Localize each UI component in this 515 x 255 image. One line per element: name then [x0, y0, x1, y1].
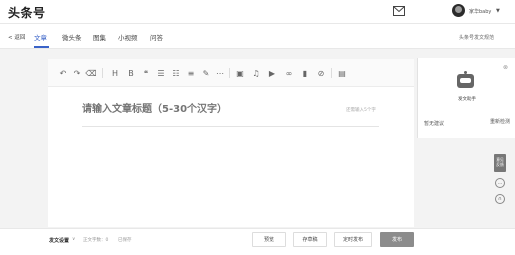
document-icon[interactable]: ▤: [337, 67, 347, 79]
divider-icon[interactable]: ⋯: [215, 67, 225, 79]
top-bar: 头条号 家华baby ▼: [0, 0, 515, 24]
tab-short-video[interactable]: 小视频: [118, 32, 138, 42]
image-icon[interactable]: ▣: [235, 67, 245, 79]
toolbar-divider: [331, 68, 332, 78]
ordered-list-icon[interactable]: ☷: [171, 67, 181, 79]
unordered-list-icon[interactable]: ☰: [156, 67, 166, 79]
avatar[interactable]: [452, 4, 465, 17]
chevron-down-icon[interactable]: ∨: [72, 237, 75, 242]
mail-icon[interactable]: [393, 6, 405, 16]
tab-article[interactable]: 文章: [34, 32, 47, 42]
tab-qa[interactable]: 问答: [150, 32, 163, 42]
toolbar-divider: [229, 68, 230, 78]
brush-icon[interactable]: ✎: [201, 67, 211, 79]
tab-micro-headline[interactable]: 微头条: [62, 32, 82, 42]
clear-format-icon[interactable]: ⌫: [85, 67, 96, 79]
undo-icon[interactable]: ↶: [58, 67, 68, 79]
align-icon[interactable]: ≡: [186, 67, 196, 79]
nav-bar: < 返回 文章 微头条 图集 小视频 问答 头条号发文规范: [0, 24, 515, 49]
video-icon[interactable]: ▶: [267, 67, 277, 79]
publish-button[interactable]: 发布: [380, 232, 414, 247]
schedule-publish-button[interactable]: 定时发布: [334, 232, 372, 247]
save-status: 已保存: [118, 238, 132, 243]
quote-icon[interactable]: ❝: [141, 67, 151, 79]
publishing-rules-link[interactable]: 头条号发文规范: [459, 34, 494, 41]
close-icon[interactable]: ⊗: [503, 64, 508, 71]
robot-icon: [457, 71, 474, 88]
attachment-icon[interactable]: ⊘: [316, 67, 326, 79]
assistant-title: 发文助手: [458, 97, 476, 102]
back-link[interactable]: < 返回: [8, 33, 25, 41]
feedback-label: 意见 反馈: [496, 157, 504, 167]
username[interactable]: 家华baby: [469, 8, 491, 15]
editor-toolbar: ↶ ↷ ⌫ H B ❝ ☰ ☷ ≡ ✎ ⋯ ▣ ♫ ▶ ∞ ▮ ⊘ ▤: [48, 59, 414, 87]
word-count: 正文字数：0: [83, 238, 109, 243]
title-input[interactable]: [82, 102, 378, 117]
title-length-hint: 还需输入5个字: [346, 108, 376, 113]
headset-icon[interactable]: ∩: [495, 194, 505, 204]
chat-icon[interactable]: …: [495, 178, 505, 188]
title-underline: [82, 126, 379, 127]
toolbar-divider: [102, 68, 103, 78]
music-icon[interactable]: ♫: [251, 67, 261, 79]
preview-button[interactable]: 预览: [252, 232, 286, 247]
redo-icon[interactable]: ↷: [72, 67, 82, 79]
save-draft-button[interactable]: 存草稿: [293, 232, 327, 247]
caret-down-icon[interactable]: ▼: [496, 8, 500, 14]
publish-settings-toggle[interactable]: 发文设置: [49, 237, 69, 244]
poll-icon[interactable]: ▮: [300, 67, 310, 79]
link-icon[interactable]: ∞: [284, 67, 294, 79]
app-logo[interactable]: 头条号: [8, 4, 46, 21]
feedback-button[interactable]: 意见 反馈: [494, 154, 506, 172]
bold-icon[interactable]: B: [126, 67, 136, 79]
no-suggestion-text: 暂无建议: [424, 121, 445, 127]
heading-icon[interactable]: H: [110, 67, 120, 79]
recheck-button[interactable]: 重新检测: [490, 118, 510, 125]
tab-gallery[interactable]: 图集: [93, 32, 106, 42]
active-tab-indicator: [34, 46, 49, 48]
